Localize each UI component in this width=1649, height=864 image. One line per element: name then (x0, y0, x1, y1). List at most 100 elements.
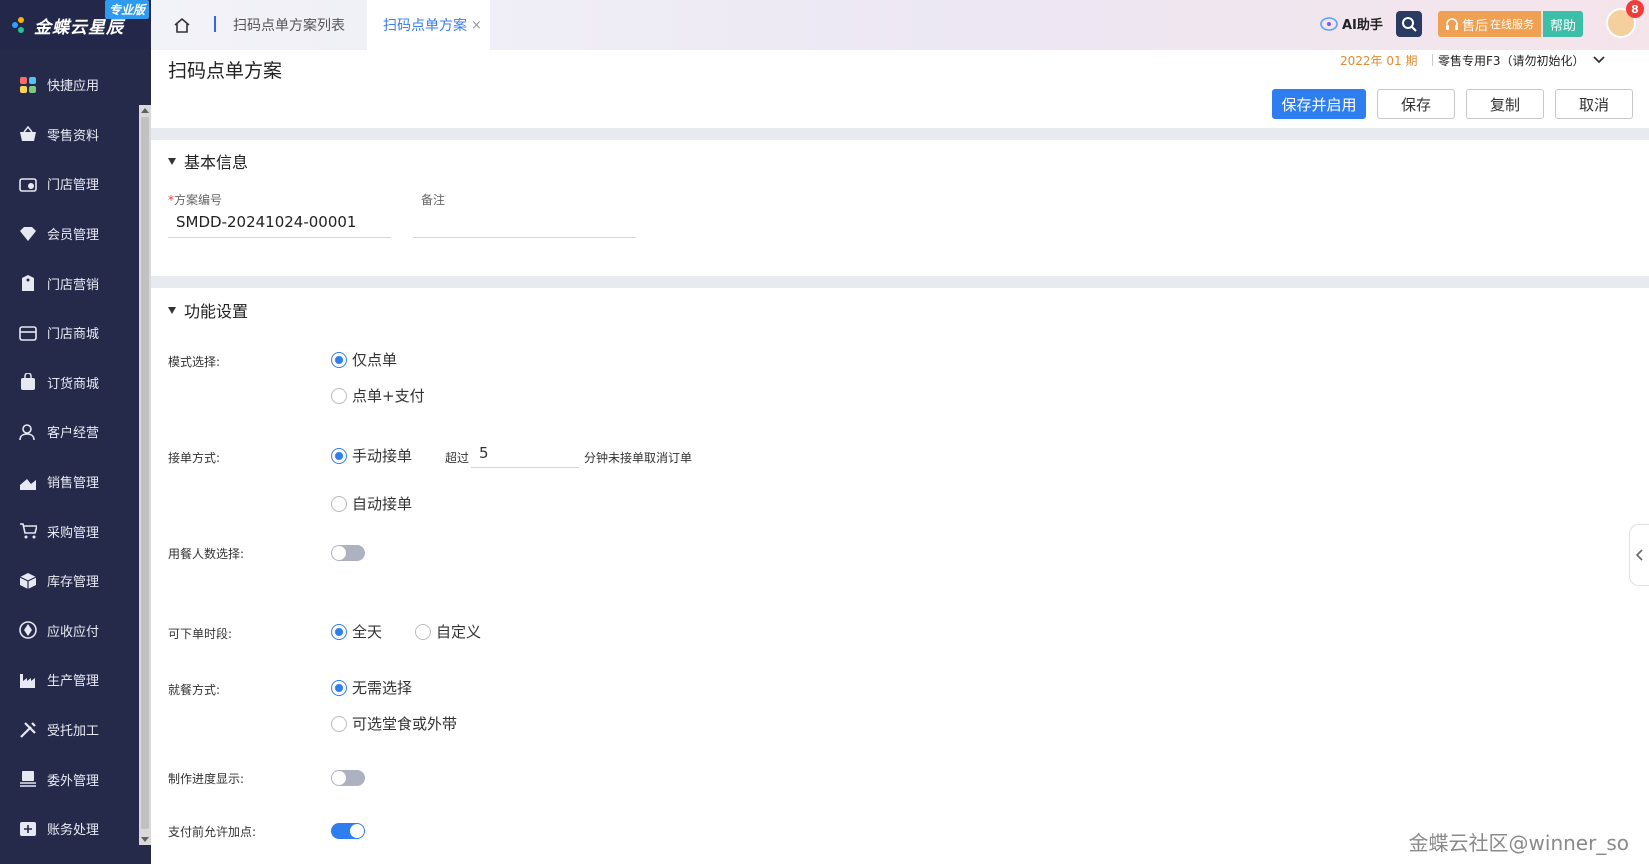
coin-icon (18, 620, 38, 640)
store-icon (18, 174, 38, 194)
top-bar: 扫码点单方案列表 扫码点单方案 × AI助手 售后 在线服务 帮助 8 (151, 0, 1649, 50)
radio-dot (331, 679, 347, 696)
tab-divider (214, 16, 216, 32)
brand-logo[interactable]: 金蝶云星辰 专业版 (0, 0, 151, 50)
mode-label: 模式选择: (168, 355, 221, 369)
radio-label: 点单+支付 (352, 387, 425, 405)
progress-toggle[interactable] (331, 770, 365, 786)
timeout-minutes-input[interactable]: 5 (479, 444, 489, 462)
sidebar-item-label: 委外管理 (47, 773, 100, 789)
scheme-code-label: *方案编号 (168, 191, 222, 208)
radio-no-selection[interactable]: 无需选择 (331, 677, 412, 698)
sidebar-item-label: 应收应付 (47, 624, 100, 640)
factory-icon (18, 670, 38, 690)
sidebar-item-order-mall[interactable]: 订货商城 (0, 358, 151, 408)
timeout-prefix: 超过 (445, 451, 470, 465)
addon-toggle[interactable] (331, 823, 365, 839)
sidebar-item-label: 生产管理 (47, 674, 100, 690)
search-icon (1402, 17, 1417, 32)
radio-dine-in-or-takeaway[interactable]: 可选堂食或外带 (331, 713, 457, 734)
scheme-code-field[interactable]: SMDD-20241024-00001 (176, 213, 356, 231)
chevron-left-icon (1635, 549, 1643, 561)
sidebar: 金蝶云星辰 专业版 快捷应用 零售资料 门店管理 会员管理 门店营销 门店商城 (0, 0, 151, 864)
sidebar-item-accounting[interactable]: 账务处理 (0, 804, 151, 854)
sidebar-item-receivable[interactable]: 应收应付 (0, 606, 151, 656)
basket-icon (18, 124, 38, 144)
radio-label: 自定义 (436, 623, 482, 641)
radio-auto-accept[interactable]: 自动接单 (331, 493, 412, 514)
after-sales-service-button[interactable]: 售后 在线服务 (1438, 11, 1541, 37)
notification-badge[interactable]: 8 (1626, 0, 1644, 18)
tag-icon (18, 273, 38, 293)
scroll-up-arrow-icon[interactable] (141, 108, 149, 113)
cart-icon (18, 521, 38, 541)
radio-custom-time[interactable]: 自定义 (415, 621, 481, 642)
addon-label: 支付前允许加点: (168, 825, 257, 839)
caret-down-icon (168, 157, 176, 165)
sidebar-item-retail-data[interactable]: 零售资料 (0, 110, 151, 160)
org-selector[interactable]: 零售专用F3（请勿初始化） (1438, 50, 1605, 70)
section-function-settings[interactable]: 功能设置 (168, 298, 248, 322)
accounting-period[interactable]: 2022年 01 期 (1340, 52, 1417, 69)
page-title: 扫码点单方案 (168, 60, 283, 82)
help-label: 帮助 (1549, 18, 1576, 34)
box-icon (18, 571, 38, 591)
cancel-button[interactable]: 取消 (1555, 89, 1633, 119)
watermark: 金蝶云社区@winner_so (1408, 831, 1629, 855)
section-basic-info[interactable]: 基本信息 (168, 149, 248, 173)
radio-dot (331, 623, 347, 640)
sidebar-item-member-mgmt[interactable]: 会员管理 (0, 209, 151, 259)
search-button[interactable] (1396, 11, 1422, 37)
sidebar-item-label: 会员管理 (47, 228, 100, 244)
radio-dot (415, 623, 431, 640)
radio-order-and-pay[interactable]: 点单+支付 (331, 385, 425, 406)
sidebar-item-consigned[interactable]: 受托加工 (0, 705, 151, 755)
sidebar-scrollbar[interactable] (139, 105, 151, 845)
sidebar-item-inventory[interactable]: 库存管理 (0, 556, 151, 606)
sidebar-item-label: 快捷应用 (47, 79, 100, 95)
sidebar-menu: 快捷应用 零售资料 门店管理 会员管理 门店营销 门店商城 订货商城 客户经营 (0, 50, 151, 854)
radio-label: 仅点单 (352, 351, 398, 369)
accept-label: 接单方式: (168, 451, 221, 465)
scrollbar-thumb[interactable] (141, 117, 149, 829)
sidebar-item-label: 门店商城 (47, 327, 100, 343)
logo-mark-icon (12, 17, 28, 33)
home-icon[interactable] (171, 14, 193, 36)
field-underline (413, 237, 636, 238)
sidebar-item-label: 受托加工 (47, 724, 100, 740)
sidebar-item-store-marketing[interactable]: 门店营销 (0, 258, 151, 308)
sidebar-item-label: 账务处理 (47, 823, 100, 839)
tab-scan-order-scheme[interactable]: 扫码点单方案 × (367, 0, 490, 50)
sidebar-item-store-mall[interactable]: 门店商城 (0, 308, 151, 358)
diners-toggle[interactable] (331, 545, 365, 561)
radio-order-only[interactable]: 仅点单 (331, 349, 397, 370)
sidebar-item-label: 门店管理 (47, 178, 100, 194)
sidebar-item-customer[interactable]: 客户经营 (0, 407, 151, 457)
help-button[interactable]: 帮助 (1543, 11, 1583, 37)
bag-icon (18, 372, 38, 392)
stack-icon (18, 769, 38, 789)
scroll-down-arrow-icon[interactable] (141, 837, 149, 842)
radio-all-day[interactable]: 全天 (331, 621, 382, 642)
sidebar-item-store-mgmt[interactable]: 门店管理 (0, 159, 151, 209)
radio-manual-accept[interactable]: 手动接单 (331, 445, 412, 466)
side-panel-toggle[interactable] (1629, 524, 1649, 586)
section-title: 功能设置 (184, 302, 249, 321)
sidebar-item-purchase[interactable]: 采购管理 (0, 506, 151, 556)
ai-assistant-button[interactable]: AI助手 (1319, 14, 1383, 33)
service-sublabel: 在线服务 (1490, 18, 1535, 31)
close-icon[interactable]: × (471, 18, 482, 33)
main-content: 扫码点单方案 2022年 01 期 零售专用F3（请勿初始化） 保存并启用 保存… (151, 50, 1649, 864)
tab-label: 扫码点单方案 (383, 18, 467, 34)
tab-scan-order-list[interactable]: 扫码点单方案列表 (233, 0, 345, 50)
copy-button[interactable]: 复制 (1466, 89, 1544, 119)
remark-field[interactable] (421, 213, 644, 235)
sidebar-item-quick-apps[interactable]: 快捷应用 (0, 60, 151, 110)
save-button[interactable]: 保存 (1377, 89, 1455, 119)
sidebar-item-outsource[interactable]: 委外管理 (0, 754, 151, 804)
sidebar-item-production[interactable]: 生产管理 (0, 655, 151, 705)
save-enable-button[interactable]: 保存并启用 (1272, 89, 1366, 119)
sidebar-item-sales[interactable]: 销售管理 (0, 457, 151, 507)
sidebar-item-label: 门店营销 (47, 277, 100, 293)
tools-icon (18, 720, 38, 740)
